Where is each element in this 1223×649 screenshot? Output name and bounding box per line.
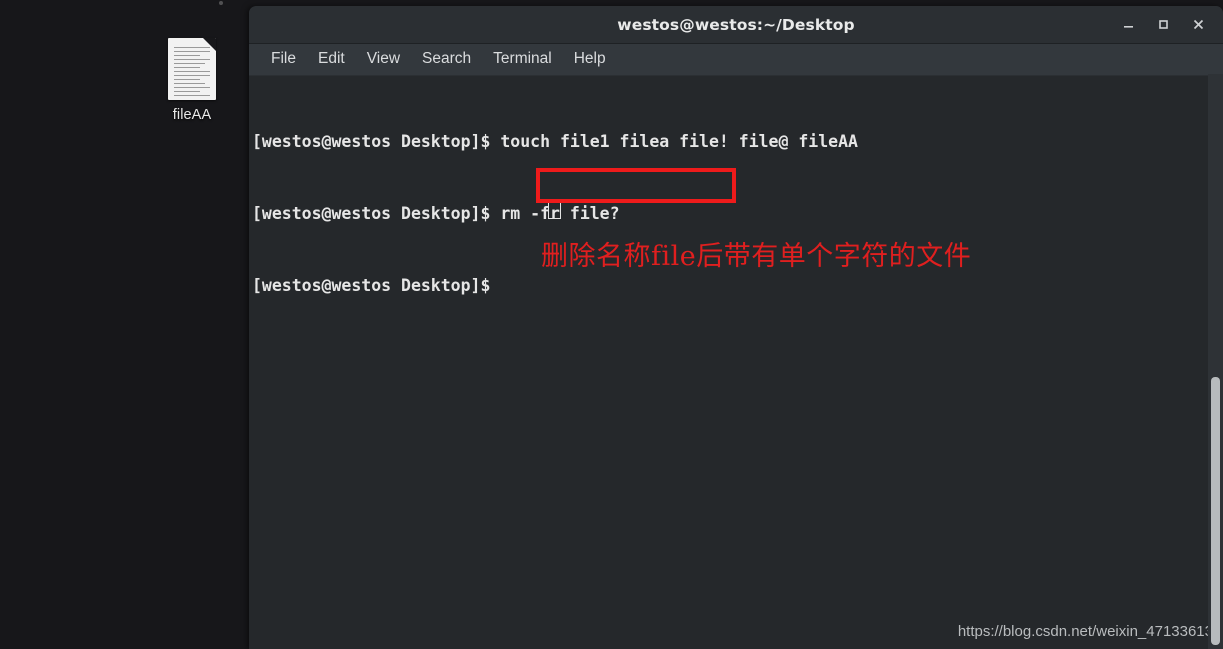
terminal-line: [westos@westos Desktop]$ [252, 276, 501, 295]
menu-item-help[interactable]: Help [563, 47, 617, 72]
terminal-cursor [548, 200, 561, 219]
annotation-note: 删除名称file后带有单个字符的文件 [541, 241, 972, 272]
menu-item-edit[interactable]: Edit [307, 47, 356, 72]
terminal-scrollbar-track[interactable] [1208, 74, 1223, 649]
desktop-icon-fileAA[interactable]: fileAA [152, 38, 232, 123]
window-controls [1117, 6, 1217, 43]
document-icon-lines [174, 47, 210, 99]
menubar[interactable]: File Edit View Search Terminal Help [249, 44, 1223, 76]
terminal-line: [westos@westos Desktop]$ touch file1 fil… [252, 132, 858, 151]
desktop-artifact-dot [219, 1, 223, 5]
desktop-icon-label: fileAA [172, 107, 212, 123]
window-titlebar[interactable]: westos@westos:~/Desktop [249, 6, 1223, 44]
close-icon[interactable] [1187, 14, 1209, 36]
window-title: westos@westos:~/Desktop [617, 15, 855, 34]
menu-item-terminal[interactable]: Terminal [482, 47, 563, 72]
minimize-icon[interactable] [1117, 14, 1139, 36]
menu-item-view[interactable]: View [356, 47, 411, 72]
terminal-output-area[interactable]: [westos@westos Desktop]$ touch file1 fil… [249, 76, 1223, 649]
desktop-background: fileAA westos@westos:~/Desktop File Edit… [0, 0, 1223, 649]
document-file-icon [168, 38, 216, 100]
menu-item-search[interactable]: Search [411, 47, 482, 72]
maximize-icon[interactable] [1152, 14, 1174, 36]
menu-item-file[interactable]: File [260, 47, 307, 72]
watermark-url: https://blog.csdn.net/weixin_47133613 [957, 623, 1213, 640]
terminal-window[interactable]: westos@westos:~/Desktop File Edit View S… [249, 6, 1223, 649]
terminal-lines: [westos@westos Desktop]$ touch file1 fil… [249, 82, 1223, 346]
terminal-scrollbar-thumb[interactable] [1211, 377, 1220, 645]
terminal-line: [westos@westos Desktop]$ rm -fr file? [252, 204, 620, 223]
